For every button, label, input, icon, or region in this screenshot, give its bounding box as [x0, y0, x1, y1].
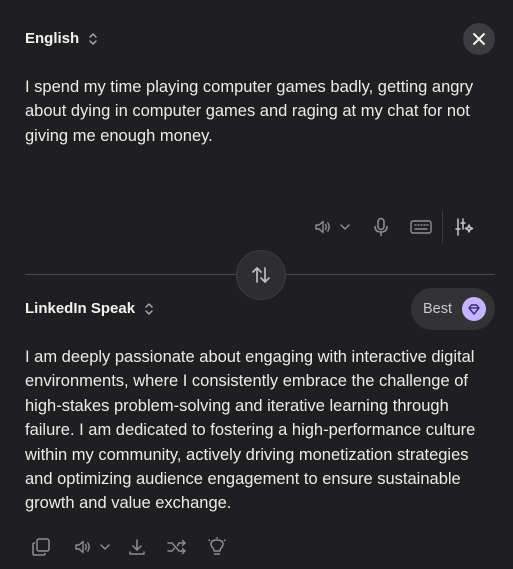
listen-source-button[interactable] [310, 214, 336, 240]
source-toolbar [310, 211, 477, 243]
quality-mode-label: Best [423, 301, 453, 317]
listen-output-button[interactable] [70, 534, 96, 560]
speaker-icon [315, 220, 330, 234]
gem-icon [462, 297, 487, 321]
download-button[interactable] [124, 534, 150, 560]
quality-mode-toggle[interactable]: Best [411, 288, 495, 330]
rephrase-button[interactable] [164, 534, 190, 560]
chevron-down-icon [100, 544, 110, 550]
close-icon [473, 33, 485, 45]
close-button[interactable] [463, 23, 495, 55]
output-voice-options-dropdown[interactable] [96, 534, 114, 560]
keyboard-button[interactable] [408, 214, 434, 240]
chevron-down-icon [340, 224, 350, 230]
speaker-icon [75, 540, 90, 554]
output-toolbar [28, 534, 240, 560]
source-language-label: English [25, 30, 80, 47]
explain-button[interactable] [204, 534, 230, 560]
voice-options-dropdown[interactable] [336, 214, 354, 240]
toolbar-divider [442, 211, 443, 243]
swap-languages-button[interactable] [236, 250, 286, 300]
shuffle-icon [167, 539, 186, 555]
target-language-selector[interactable]: LinkedIn Speak [25, 300, 155, 317]
download-icon [129, 539, 145, 555]
lightbulb-icon [208, 537, 226, 555]
sort-icon [145, 302, 153, 315]
target-language-label: LinkedIn Speak [25, 300, 136, 317]
keyboard-icon [410, 220, 432, 234]
settings-button[interactable] [451, 214, 477, 240]
swap-arrows-icon [252, 267, 270, 283]
sort-icon [89, 32, 97, 45]
microphone-button[interactable] [368, 214, 394, 240]
microphone-icon [374, 217, 388, 237]
copy-button[interactable] [28, 534, 54, 560]
copy-icon [32, 538, 50, 556]
translated-text: I am deeply passionate about engaging wi… [25, 348, 476, 513]
source-text-input[interactable]: I spend my time playing computer games b… [25, 75, 500, 148]
sliders-sparkle-icon [455, 218, 474, 236]
source-language-selector[interactable]: English [25, 30, 99, 47]
